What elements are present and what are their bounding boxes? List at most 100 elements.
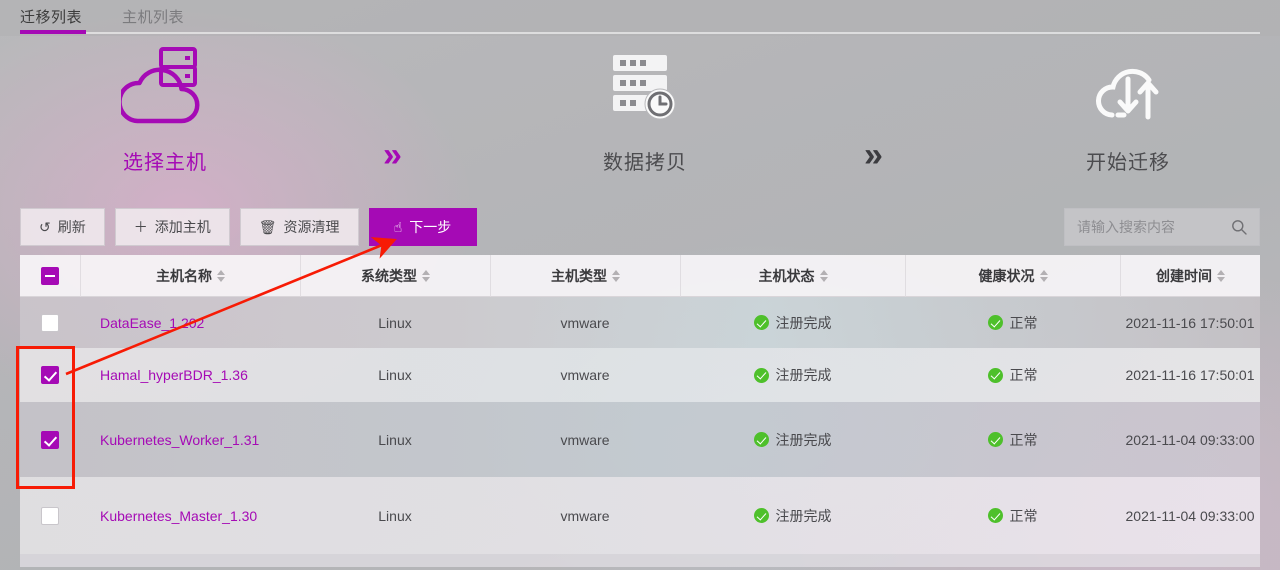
health-text: 正常	[1009, 314, 1038, 331]
row-checkbox[interactable]	[41, 313, 59, 332]
trash-icon: 🗑	[258, 219, 277, 235]
table-row[interactable]: Kubernetes_Worker_1.31 Linux vmware 注册完成…	[20, 402, 1260, 477]
status-badge: 注册完成	[753, 313, 832, 333]
check-circle-icon	[753, 367, 769, 383]
health-badge: 正常	[987, 506, 1038, 526]
table-header-row: 主机名称 系统类型 主机类型 主机状态 健康状况 创建时间	[20, 254, 1260, 297]
step-data-copy[interactable]: 数据拷贝	[535, 42, 755, 175]
status-text: 注册完成	[775, 431, 832, 448]
health-badge: 正常	[987, 313, 1038, 333]
refresh-icon: ↺	[39, 219, 51, 235]
cell-host-type: vmware	[560, 367, 610, 383]
cell-host-name[interactable]: Kubernetes_Master_1.30	[80, 505, 300, 527]
search-placeholder: 请输入搜索内容	[1077, 219, 1175, 235]
cell-host-name[interactable]: DataEase_1.202	[80, 312, 300, 334]
resource-cleanup-button[interactable]: 🗑 资源清理	[239, 208, 359, 246]
search-input[interactable]: 请输入搜索内容	[1064, 208, 1260, 246]
table-row[interactable]: DataEase_1.202 Linux vmware 注册完成 正常 2021…	[20, 297, 1260, 348]
table-toolbar: ↺ 刷新 ＋ 添加主机 🗑 资源清理 ☝ 下一步	[20, 208, 477, 246]
host-table: 主机名称 系统类型 主机类型 主机状态 健康状况 创建时间 DataEase_1…	[20, 254, 1260, 567]
sort-icon[interactable]	[422, 269, 430, 282]
row-select-cell	[20, 506, 80, 525]
tab-migration-list[interactable]: 迁移列表	[20, 6, 82, 27]
status-text: 注册完成	[775, 367, 832, 383]
row-select-cell	[20, 366, 80, 384]
plus-icon: ＋	[133, 219, 148, 235]
resource-cleanup-button-label: 资源清理	[283, 219, 340, 235]
cloud-server-icon	[55, 42, 275, 128]
health-text: 正常	[1009, 507, 1038, 524]
step-start-migration-label: 开始迁移	[1086, 152, 1170, 174]
sort-icon[interactable]	[612, 269, 620, 282]
add-host-button-label: 添加主机	[154, 219, 211, 235]
cell-host-status: 注册完成	[680, 506, 905, 526]
select-all-checkbox[interactable]	[41, 266, 59, 285]
active-tab-indicator	[20, 30, 86, 34]
status-badge: 注册完成	[753, 365, 832, 385]
row-checkbox[interactable]	[41, 430, 59, 449]
column-header-type[interactable]: 主机类型	[490, 254, 680, 297]
check-circle-icon	[753, 315, 769, 330]
table-row[interactable]: Hamal_hyperBDR_1.36 Linux vmware 注册完成 正常…	[20, 348, 1260, 402]
next-step-button-label: 下一步	[409, 219, 452, 235]
row-checkbox[interactable]	[41, 506, 59, 525]
check-circle-icon	[987, 508, 1003, 523]
column-header-status-label: 主机状态	[758, 267, 815, 284]
sort-icon[interactable]	[1217, 269, 1225, 282]
health-badge: 正常	[987, 430, 1038, 450]
check-circle-icon	[753, 508, 769, 523]
sort-icon[interactable]	[1039, 269, 1048, 282]
column-header-os-label: 系统类型	[361, 267, 417, 284]
next-step-button[interactable]: ☝ 下一步	[368, 208, 477, 246]
cell-host-status: 注册完成	[680, 365, 905, 385]
refresh-button[interactable]: ↺ 刷新	[20, 208, 105, 246]
check-circle-icon	[987, 315, 1003, 330]
tab-bar-baseline	[20, 32, 1260, 34]
cell-created-time: 2021-11-04 09:33:00	[1125, 431, 1255, 448]
check-circle-icon	[987, 432, 1003, 447]
cell-os-type: Linux	[378, 507, 412, 524]
cell-created-time: 2021-11-04 09:33:00	[1125, 507, 1255, 524]
column-header-name-label: 主机名称	[156, 267, 212, 284]
cell-host-status: 注册完成	[680, 313, 905, 333]
status-badge: 注册完成	[753, 506, 832, 526]
status-text: 注册完成	[775, 314, 832, 331]
server-clock-icon	[535, 42, 755, 128]
status-text: 注册完成	[775, 507, 832, 524]
cell-health: 正常	[905, 313, 1120, 333]
table-row[interactable]: Kubernetes_Master_1.30 Linux vmware 注册完成…	[20, 477, 1260, 554]
step-separator-1: »	[383, 136, 402, 174]
tab-bar: 迁移列表 主机列表	[0, 0, 1280, 36]
cell-health: 正常	[905, 365, 1120, 385]
cell-os-type: Linux	[378, 431, 412, 448]
column-header-created[interactable]: 创建时间	[1120, 254, 1260, 297]
health-text: 正常	[1009, 431, 1038, 448]
cell-host-name[interactable]: Kubernetes_Worker_1.31	[80, 429, 300, 451]
pointer-hand-icon: ☝	[393, 219, 403, 235]
cell-os-type: Linux	[378, 314, 412, 331]
column-header-health[interactable]: 健康状况	[905, 254, 1120, 297]
sort-icon[interactable]	[819, 269, 828, 282]
cell-host-name[interactable]: Hamal_hyperBDR_1.36	[80, 364, 300, 386]
row-select-cell	[20, 313, 80, 332]
step-select-host[interactable]: 选择主机	[55, 42, 275, 175]
search-icon[interactable]	[1231, 219, 1247, 235]
column-header-os[interactable]: 系统类型	[300, 254, 490, 297]
cell-health: 正常	[905, 506, 1120, 526]
cell-host-type: vmware	[560, 507, 610, 524]
column-header-status[interactable]: 主机状态	[680, 254, 905, 297]
step-start-migration[interactable]: 开始迁移	[1018, 42, 1238, 175]
cell-os-type: Linux	[378, 367, 412, 383]
row-checkbox[interactable]	[41, 366, 59, 384]
check-circle-icon	[753, 432, 769, 447]
tab-host-list[interactable]: 主机列表	[122, 6, 184, 27]
step-select-host-label: 选择主机	[123, 152, 207, 174]
cell-host-status: 注册完成	[680, 430, 905, 450]
add-host-button[interactable]: ＋ 添加主机	[114, 208, 230, 246]
check-circle-icon	[987, 367, 1003, 383]
health-text: 正常	[1009, 367, 1038, 383]
column-header-type-label: 主机类型	[551, 267, 607, 284]
status-badge: 注册完成	[753, 430, 832, 450]
column-header-name[interactable]: 主机名称	[80, 254, 300, 297]
sort-icon[interactable]	[217, 269, 225, 282]
